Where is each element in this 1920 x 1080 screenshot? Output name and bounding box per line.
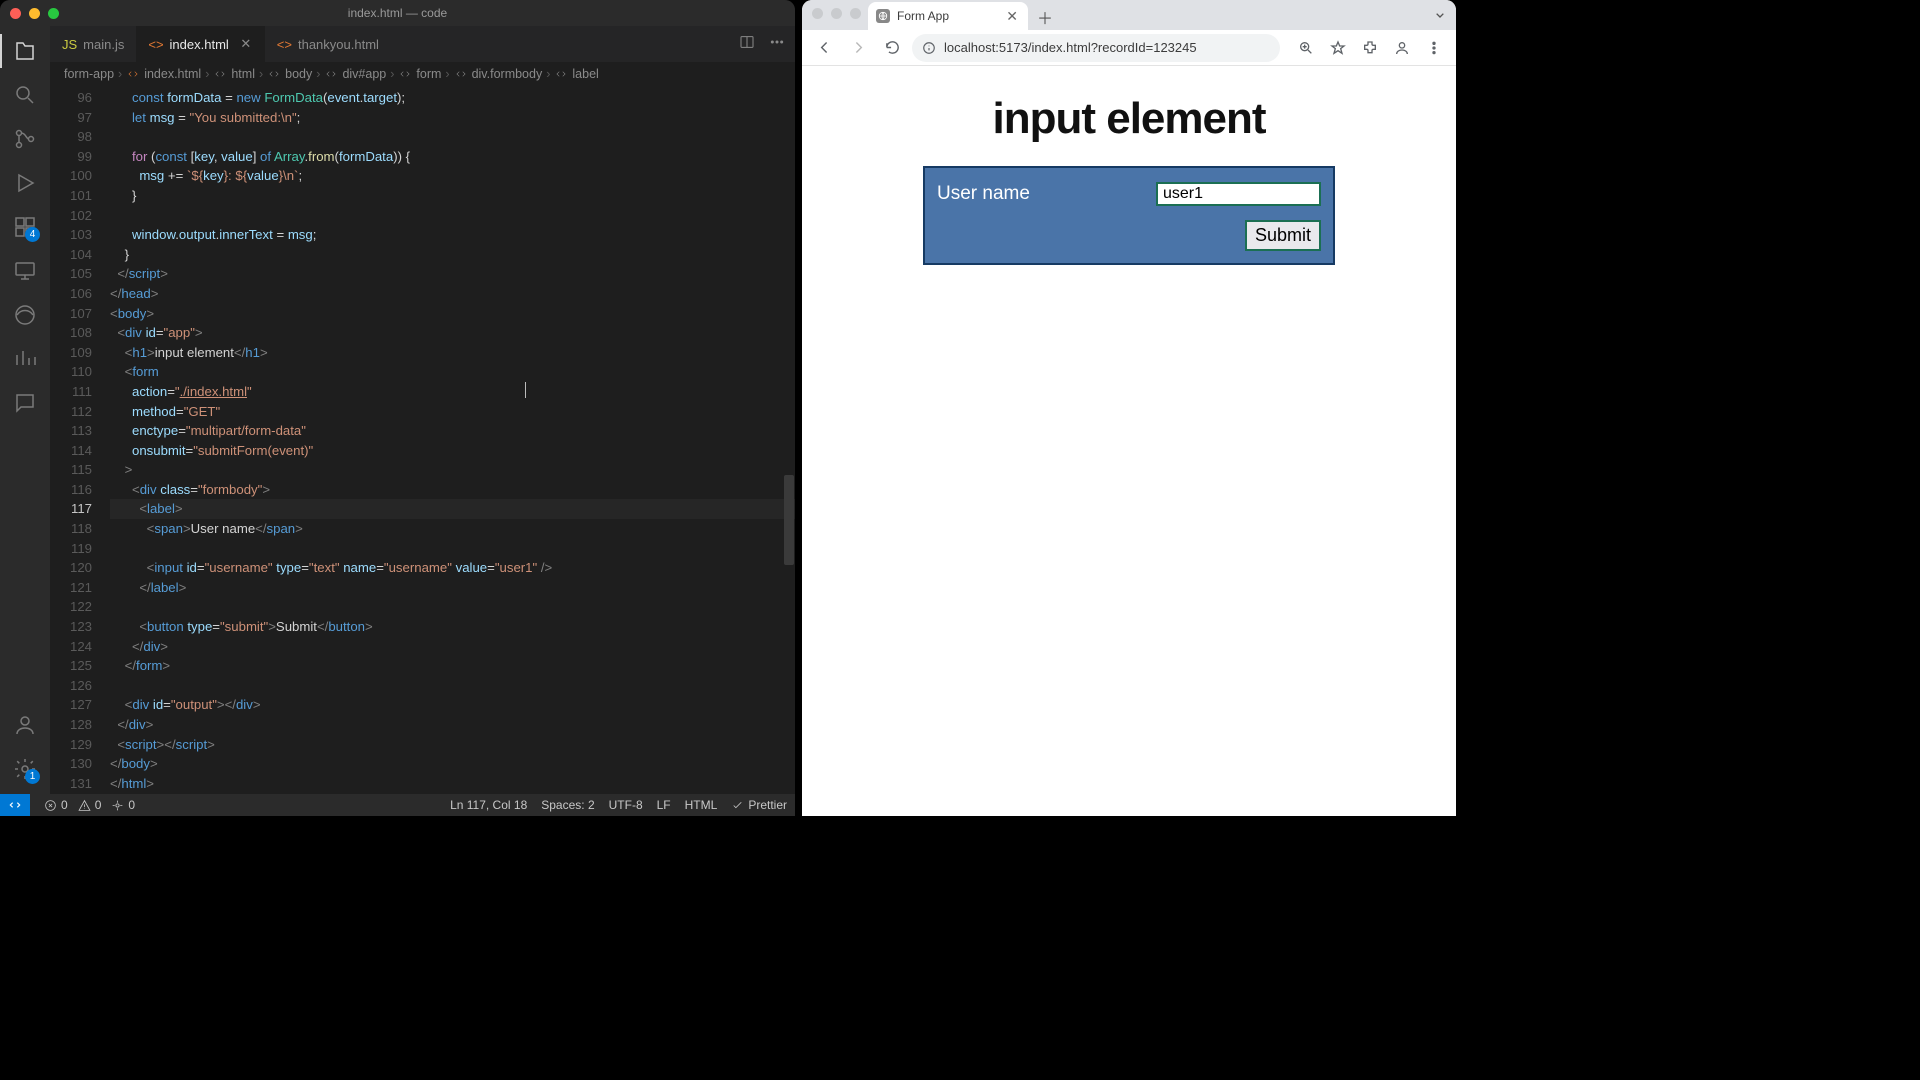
forward-button[interactable] [844,34,872,62]
zoom-icon[interactable] [1292,34,1320,62]
browser-tabstrip: Form App ✕ ＋ [802,0,1456,30]
comments-icon[interactable] [12,390,38,416]
close-tab-icon[interactable]: ✕ [1006,8,1018,25]
remote-explorer-icon[interactable] [12,258,38,284]
html-file-icon: <> [277,37,292,52]
crumb-formbody[interactable]: div.formbody [454,67,543,81]
profile-avatar-icon[interactable] [1388,34,1416,62]
extensions-icon[interactable]: 4 [12,214,38,240]
graph-icon[interactable] [12,346,38,372]
tab-index-html[interactable]: <> index.html ✕ [136,26,264,62]
vscode-title: index.html — code [348,6,447,20]
tabs-dropdown-icon[interactable] [1432,7,1448,28]
status-bar: 0 0 0 Ln 117, Col 18 Spaces: 2 UTF-8 LF … [0,794,795,816]
crumb-file[interactable]: index.html [126,67,201,81]
extensions-badge: 4 [25,227,40,242]
scrollbar[interactable] [783,86,795,794]
errors-count[interactable]: 0 [44,798,68,812]
browser-window: Form App ✕ ＋ localhost:5173/index.html?r… [802,0,1456,816]
eol[interactable]: LF [657,798,671,812]
close-tab-icon[interactable]: ✕ [239,37,253,51]
language-mode[interactable]: HTML [685,798,718,812]
tab-label: thankyou.html [298,37,379,52]
settings-badge: 1 [25,769,40,784]
crumb-app[interactable]: div#app [324,67,386,81]
activity-bar: 4 1 [0,26,50,794]
maximize-window-button[interactable] [48,8,59,19]
username-label: User name [937,183,1030,205]
js-file-icon: JS [62,37,77,52]
more-actions-icon[interactable] [769,34,785,55]
remote-indicator[interactable] [0,794,30,816]
tab-thankyou-html[interactable]: <> thankyou.html [265,26,391,62]
html-file-icon: <> [148,37,163,52]
tab-favicon [876,9,890,23]
submit-button[interactable]: Submit [1245,220,1321,251]
code-editor[interactable]: 9697989910010110210310410510610710810911… [50,86,795,794]
source-control-icon[interactable] [12,126,38,152]
rendered-page: input element User name Submit [802,66,1456,816]
tab-label: index.html [170,37,229,52]
minimize-window-button[interactable] [831,8,842,19]
browser-menu-icon[interactable] [1420,34,1448,62]
line-gutter: 9697989910010110210310410510610710810911… [50,86,110,794]
browser-tab-title: Form App [897,9,949,23]
close-window-button[interactable] [812,8,823,19]
edge-tools-icon[interactable] [12,302,38,328]
tab-main-js[interactable]: JS main.js [50,26,136,62]
crumb-folder[interactable]: form-app [64,67,114,81]
browser-tab[interactable]: Form App ✕ [868,2,1028,30]
breadcrumb: form-app› index.html› html› body› div#ap… [50,62,795,86]
mac-window-controls [10,8,59,19]
new-tab-button[interactable]: ＋ [1032,4,1058,30]
reload-button[interactable] [878,34,906,62]
ports-count[interactable]: 0 [111,798,135,812]
bookmark-star-icon[interactable] [1324,34,1352,62]
browser-toolbar: localhost:5173/index.html?recordId=12324… [802,30,1456,66]
form-container: User name Submit [923,166,1335,265]
indent-setting[interactable]: Spaces: 2 [541,798,594,812]
browser-window-controls [812,8,861,19]
extensions-puzzle-icon[interactable] [1356,34,1384,62]
scroll-thumb[interactable] [784,475,794,565]
crumb-label[interactable]: label [554,67,598,81]
search-icon[interactable] [12,82,38,108]
crumb-form[interactable]: form [398,67,441,81]
page-heading: input element [992,94,1265,144]
code-content[interactable]: const formData = new FormData(event.targ… [110,86,795,794]
accounts-icon[interactable] [12,712,38,738]
settings-gear-icon[interactable]: 1 [12,756,38,782]
formatter[interactable]: Prettier [731,798,787,812]
minimize-window-button[interactable] [29,8,40,19]
encoding[interactable]: UTF-8 [609,798,643,812]
run-debug-icon[interactable] [12,170,38,196]
crumb-html[interactable]: html [213,67,255,81]
url-text: localhost:5173/index.html?recordId=12324… [944,40,1197,55]
username-input[interactable] [1156,182,1321,206]
split-editor-icon[interactable] [739,34,755,55]
username-row: User name [937,182,1321,206]
address-bar[interactable]: localhost:5173/index.html?recordId=12324… [912,34,1280,62]
crumb-body[interactable]: body [267,67,312,81]
warnings-count[interactable]: 0 [78,798,102,812]
vscode-window: index.html — code 4 1 JS main.js <> index.… [0,0,795,816]
site-info-icon[interactable] [922,41,936,55]
vscode-titlebar: index.html — code [0,0,795,26]
back-button[interactable] [810,34,838,62]
tab-label: main.js [83,37,124,52]
explorer-icon[interactable] [12,38,38,64]
editor-tabs: JS main.js <> index.html ✕ <> thankyou.html [50,26,795,62]
cursor-position[interactable]: Ln 117, Col 18 [450,798,527,812]
close-window-button[interactable] [10,8,21,19]
maximize-window-button[interactable] [850,8,861,19]
